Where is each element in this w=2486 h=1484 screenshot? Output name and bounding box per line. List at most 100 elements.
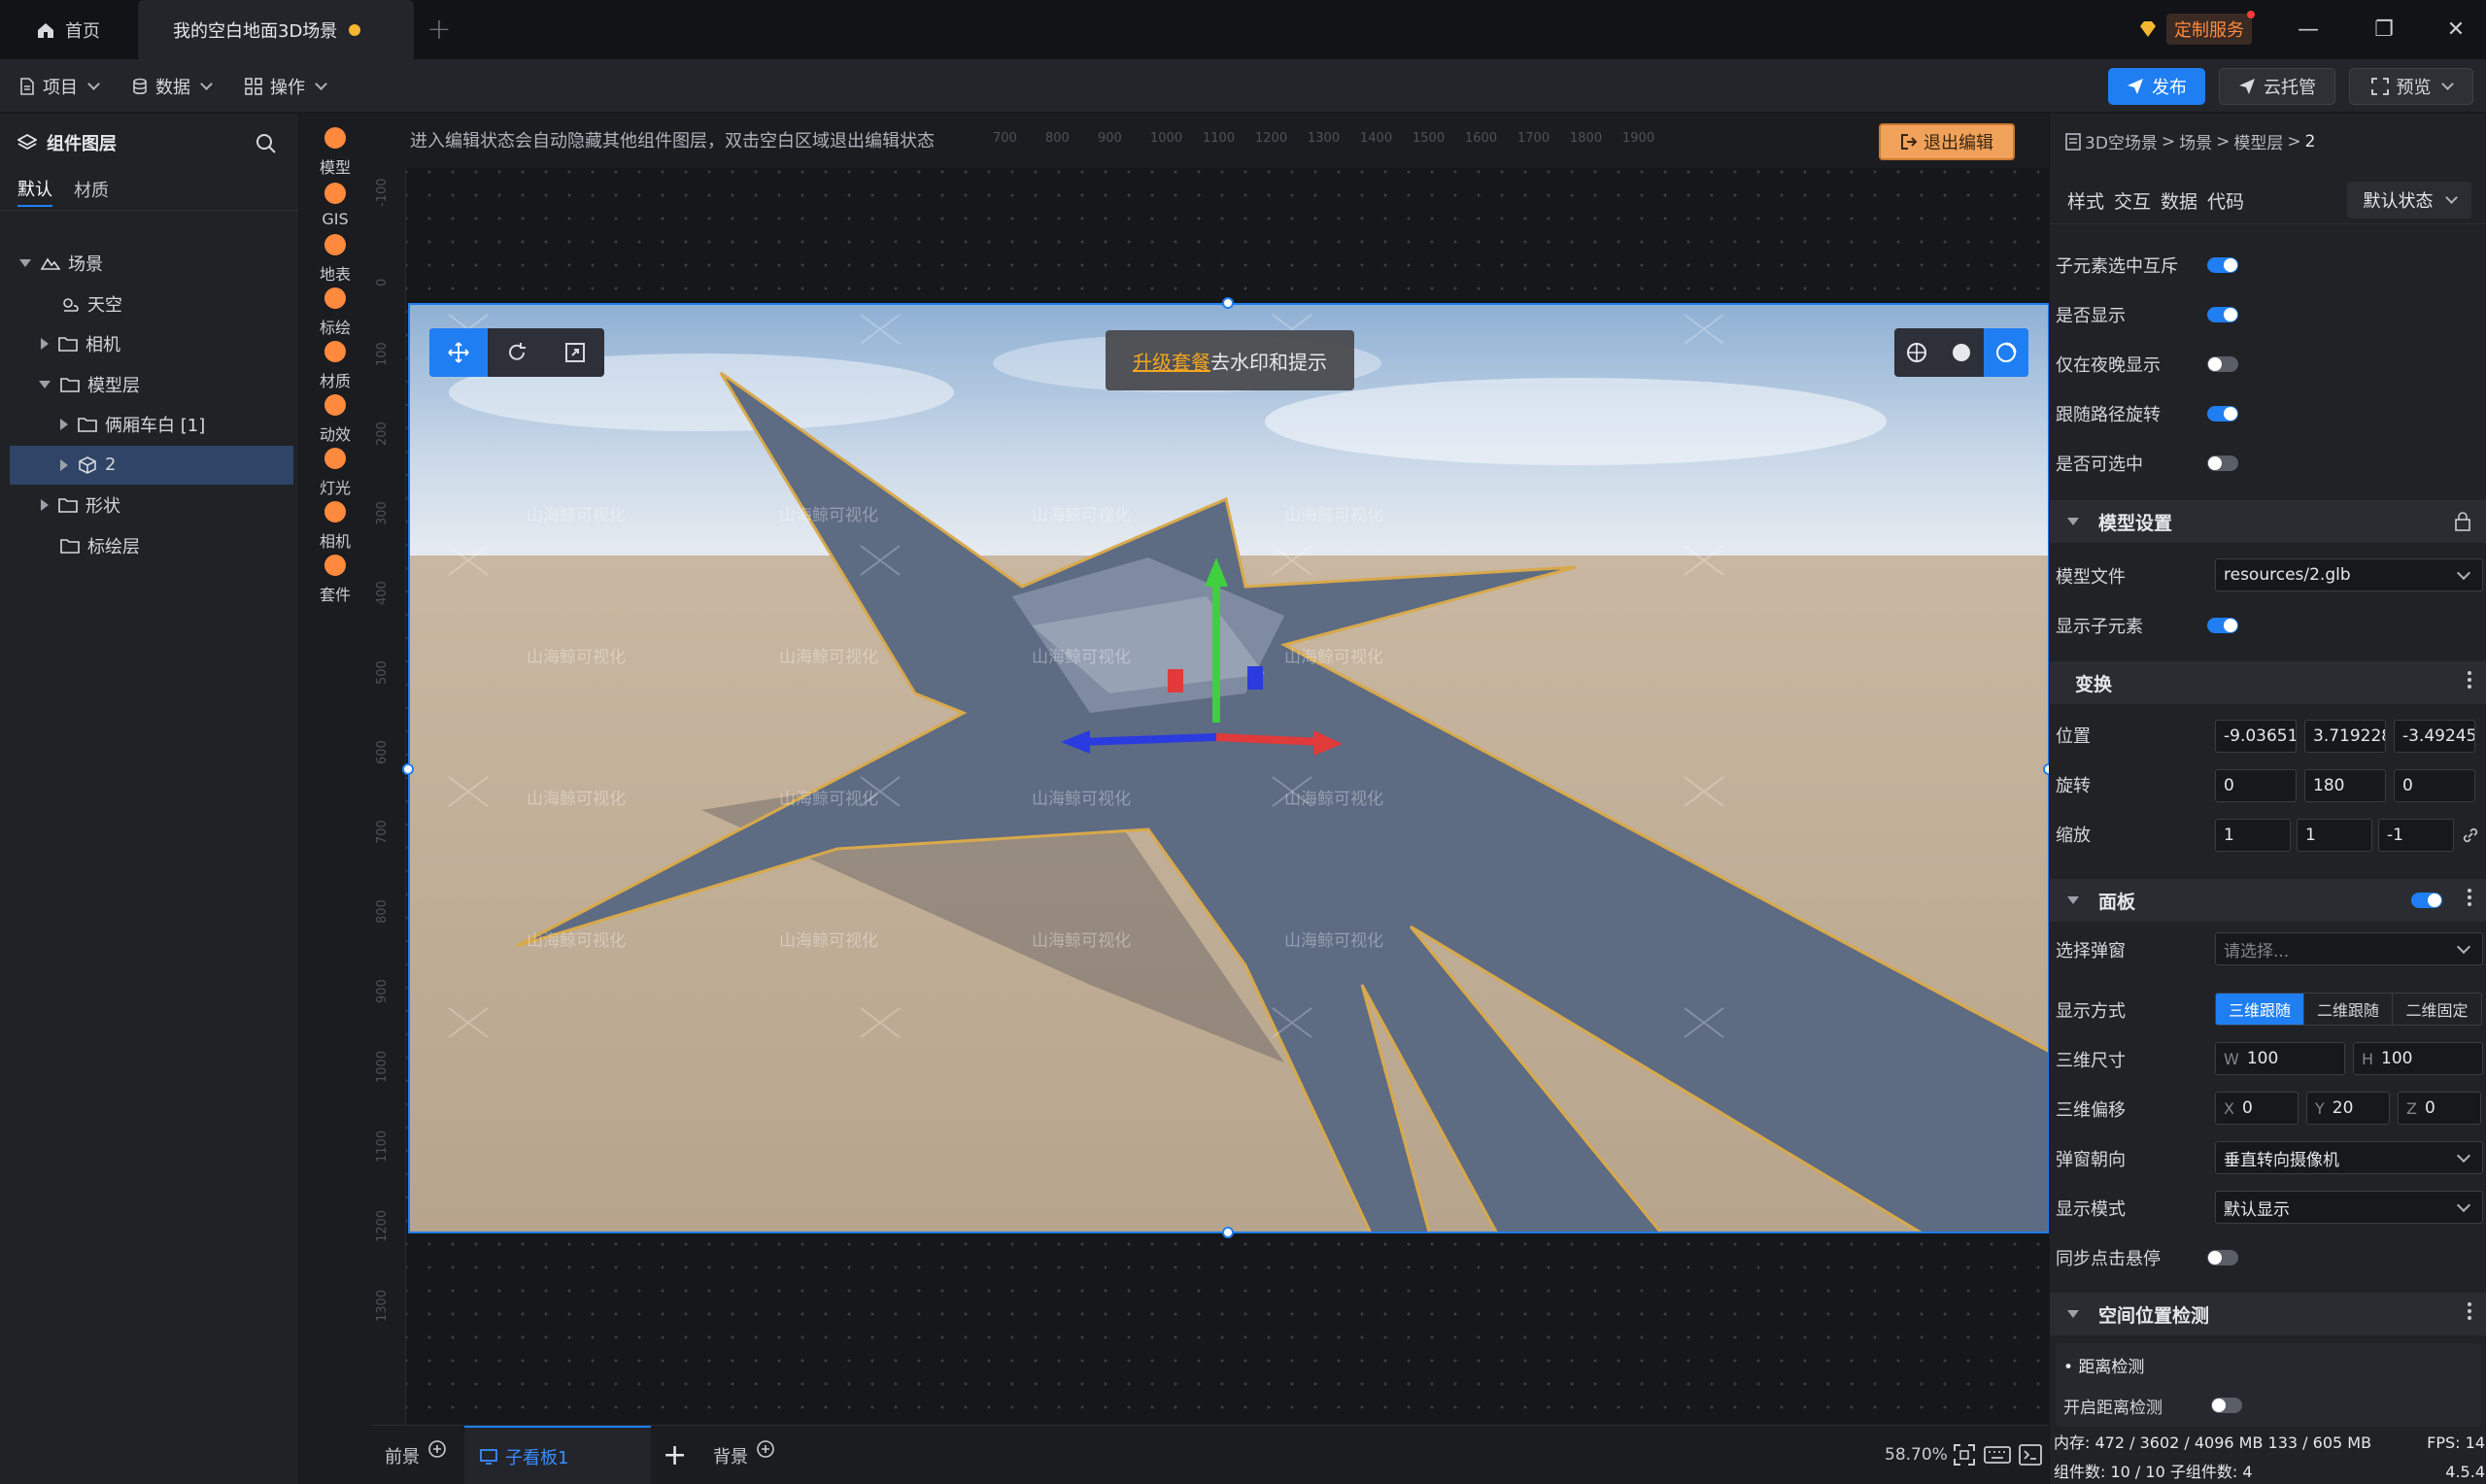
tab-default[interactable]: 默认 (17, 176, 52, 207)
exit-edit-button[interactable]: 退出编辑 (1879, 123, 2015, 160)
section-transform[interactable]: 变换 (2050, 661, 2486, 704)
add-circle-icon[interactable] (756, 1439, 775, 1459)
tree-item[interactable]: 天空 (10, 285, 293, 323)
move-tool-button[interactable] (429, 328, 488, 377)
tab-style[interactable]: 样式 (2067, 187, 2104, 214)
section-model-settings[interactable]: 模型设置 (2050, 500, 2486, 543)
tab-data[interactable]: 数据 (2161, 187, 2197, 214)
tool-button[interactable]: 标绘 (299, 286, 371, 339)
tab-code[interactable]: 代码 (2207, 187, 2244, 214)
model-file-select[interactable]: resources/2.glb (2215, 558, 2483, 591)
expand-arrow-icon[interactable] (39, 380, 51, 388)
custom-service-button[interactable]: 定制服务 (2137, 11, 2255, 45)
scene-viewport[interactable]: 升级套餐 去水印和提示 山海鲸可视化 山海鲸可视化 山海鲸可视化 山海鲸可视化 山海鲸可… (408, 303, 2050, 1233)
selection-handle-left[interactable] (402, 763, 414, 775)
tree-item[interactable]: 模型层 (10, 365, 293, 404)
rotation-y-input[interactable]: 180 (2304, 769, 2386, 802)
keyboard-icon[interactable] (1984, 1443, 2011, 1467)
rotation-x-input[interactable]: 0 (2215, 769, 2297, 802)
offset-y-input[interactable]: Y 20 (2306, 1092, 2390, 1125)
collapse-arrow-icon[interactable] (60, 419, 68, 430)
more-icon[interactable] (2468, 671, 2471, 689)
lock-icon[interactable] (2454, 512, 2471, 531)
switch-night-only[interactable] (2207, 356, 2238, 372)
position-x-input[interactable]: -9.036517 (2215, 720, 2297, 753)
tool-button[interactable]: 灯光 (299, 446, 371, 499)
section-spatial-detection[interactable]: 空间位置检测 (2050, 1293, 2486, 1335)
tool-button[interactable]: 动效 (299, 392, 371, 446)
zoom-level[interactable]: 58.70% (1885, 1445, 1948, 1465)
selection-handle-bottom[interactable] (1222, 1227, 1234, 1238)
tree-item[interactable]: 相机 (10, 324, 293, 363)
menu-project[interactable]: 项目 (19, 69, 100, 104)
tool-button[interactable]: 模型 (299, 125, 371, 179)
tool-button[interactable]: GIS (299, 179, 371, 232)
switch-follow-path[interactable] (2207, 406, 2238, 422)
display-option-2d-fixed[interactable]: 二维固定 (2393, 994, 2481, 1025)
tree-item[interactable]: 俩厢车白 [1] (10, 405, 293, 444)
add-board-button[interactable]: + (663, 1426, 687, 1484)
tool-button[interactable]: 地表 (299, 232, 371, 286)
more-icon[interactable] (2468, 889, 2471, 906)
switch-visible[interactable] (2207, 307, 2238, 322)
tool-button[interactable]: 相机 (299, 499, 371, 553)
display-option-2d-follow[interactable]: 二维跟随 (2304, 994, 2393, 1025)
rotate-tool-button[interactable] (488, 328, 546, 377)
collapse-arrow-icon[interactable] (60, 458, 68, 471)
fit-screen-icon[interactable] (1953, 1443, 1976, 1467)
publish-button[interactable]: 发布 (2108, 68, 2205, 105)
scale-y-input[interactable]: 1 (2297, 819, 2372, 852)
popup-select[interactable]: 请选择... (2215, 932, 2483, 965)
orbit-view-button[interactable] (1984, 328, 2028, 377)
cloud-hosting-button[interactable]: 云托管 (2219, 68, 2335, 105)
foreground-tab[interactable]: 前景 (385, 1426, 447, 1484)
switch-sync-hover[interactable] (2207, 1250, 2238, 1265)
menu-operation[interactable]: 操作 (245, 69, 327, 104)
position-y-input[interactable]: 3.7192280 (2304, 720, 2386, 753)
tree-item[interactable]: 形状 (10, 486, 293, 524)
tab-scene[interactable]: 我的空白地面3D场景 (138, 0, 414, 59)
breadcrumb-item[interactable]: 模型层 (2233, 129, 2283, 153)
tool-button[interactable]: 套件 (299, 553, 371, 606)
expand-arrow-icon[interactable] (19, 259, 31, 267)
selection-handle-top[interactable] (1222, 297, 1234, 309)
background-tab[interactable]: 背景 (713, 1426, 775, 1484)
link-icon[interactable] (2462, 826, 2479, 844)
more-icon[interactable] (2468, 1302, 2471, 1320)
state-select[interactable]: 默认状态 (2347, 182, 2471, 219)
upgrade-link[interactable]: 升级套餐 (1133, 347, 1210, 375)
section-panel[interactable]: 面板 (2050, 879, 2486, 922)
switch-panel[interactable] (2411, 893, 2442, 908)
solid-view-button[interactable] (1939, 328, 1984, 377)
rotation-z-input[interactable]: 0 (2394, 769, 2475, 802)
add-circle-icon[interactable] (427, 1439, 447, 1459)
search-icon[interactable] (255, 133, 277, 154)
tree-item[interactable]: 标绘层 (10, 526, 293, 565)
size-w-input[interactable]: W 100 (2215, 1042, 2345, 1075)
preview-button[interactable]: 预览 (2349, 68, 2473, 105)
display-option-3d-follow[interactable]: 三维跟随 (2216, 994, 2304, 1025)
tree-item[interactable]: 场景 (10, 244, 293, 283)
switch-show-children[interactable] (2207, 618, 2238, 633)
maximize-button[interactable]: ❐ (2365, 14, 2403, 45)
switch-children-exclusive[interactable] (2207, 257, 2238, 273)
position-z-input[interactable]: -3.492459 (2394, 720, 2475, 753)
scale-tool-button[interactable] (546, 328, 604, 377)
minimize-button[interactable]: — (2289, 14, 2328, 45)
breadcrumb-item[interactable]: 场景 (2179, 129, 2212, 153)
size-h-input[interactable]: H 100 (2353, 1042, 2483, 1075)
add-tab-button[interactable]: + (412, 0, 466, 59)
board-tab[interactable]: 子看板1 (464, 1426, 651, 1484)
breadcrumb-item[interactable]: 3D空场景 (2085, 129, 2158, 153)
switch-distance-detection[interactable] (2211, 1398, 2242, 1413)
collapse-arrow-icon[interactable] (41, 499, 49, 511)
close-button[interactable]: ✕ (2436, 14, 2475, 45)
tab-material[interactable]: 材质 (74, 177, 109, 206)
menu-data[interactable]: 数据 (132, 69, 213, 104)
scale-x-input[interactable]: 1 (2215, 819, 2291, 852)
facing-select[interactable]: 垂直转向摄像机 (2215, 1141, 2483, 1174)
terminal-icon[interactable] (2019, 1443, 2042, 1467)
switch-selectable[interactable] (2207, 455, 2238, 471)
tab-interaction[interactable]: 交互 (2114, 187, 2151, 214)
scale-z-input[interactable]: -1 (2378, 819, 2454, 852)
